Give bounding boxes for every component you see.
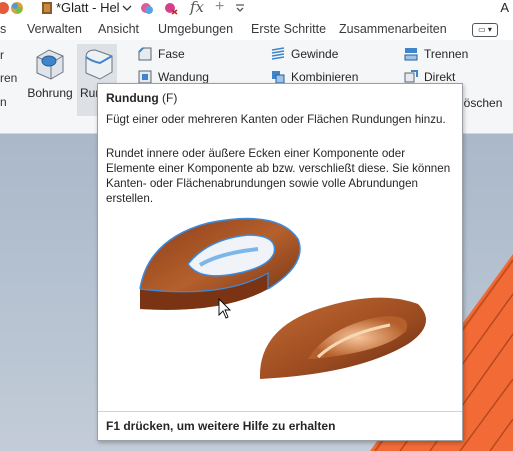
fillet-icon	[85, 49, 113, 80]
fillet-illustration	[139, 217, 426, 379]
tab-erste-schritte[interactable]: Erste Schritte	[251, 22, 326, 36]
direkt-label: Direkt	[424, 70, 456, 84]
tooltip-shortcut: (F)	[162, 91, 178, 105]
chamfer-icon	[138, 47, 152, 61]
direct-edit-icon	[404, 70, 418, 83]
tooltip-summary: Fügt einer oder mehreren Kanten oder Flä…	[106, 113, 446, 126]
cut-label-3: n	[0, 95, 7, 109]
window-title-letter: A	[500, 0, 509, 15]
gewinde-label: Gewinde	[291, 47, 339, 61]
tab-cut-left[interactable]: s	[0, 22, 6, 36]
loeschen-label[interactable]: löschen	[461, 96, 502, 110]
title-bar: *Glatt - Hel 𝑓x + A	[0, 0, 513, 18]
document-title: *Glatt - Hel	[56, 0, 120, 15]
combine-icon	[272, 71, 285, 84]
appearance-adjust-icon[interactable]	[140, 1, 154, 15]
tab-ansicht[interactable]: Ansicht	[98, 22, 139, 36]
trennen-label: Trennen	[424, 47, 469, 61]
thread-icon	[271, 47, 285, 60]
tooltip-divider	[98, 411, 462, 412]
hole-icon	[36, 49, 64, 80]
tab-zusammenarbeiten[interactable]: Zusammenarbeiten	[339, 22, 447, 36]
tooltip-title: Rundung	[106, 91, 159, 105]
bohrung-button[interactable]: Bohrung	[24, 44, 76, 116]
tab-umgebungen[interactable]: Umgebungen	[158, 22, 233, 36]
split-icon	[404, 48, 418, 61]
shell-icon	[138, 70, 152, 84]
material-icon[interactable]	[40, 1, 54, 15]
plus-icon[interactable]: +	[215, 0, 229, 15]
ribbon-display-toggle[interactable]: ▭ ▾	[472, 23, 498, 37]
clear-appearance-icon[interactable]	[164, 1, 178, 15]
ribbon-tab-bar: s Verwalten Ansicht Umgebungen Erste Sch…	[0, 18, 513, 40]
tab-verwalten[interactable]: Verwalten	[27, 22, 82, 36]
tooltip-header: Rundung (F)	[106, 91, 177, 105]
rundung-tooltip: Rundung (F) Fügt einer oder mehreren Kan…	[97, 83, 463, 441]
fase-label: Fase	[158, 47, 185, 61]
tooltip-help-hint: F1 drücken, um weitere Hilfe zu erhalten	[106, 419, 336, 433]
fx-parameters-icon[interactable]: 𝑓x	[190, 0, 204, 16]
tooltip-description: Rundet innere oder äußere Ecken einer Ko…	[106, 147, 451, 205]
wandung-label: Wandung	[158, 70, 209, 84]
cut-label-1: r	[0, 48, 4, 62]
cut-label-2: ren	[0, 71, 18, 85]
appearance-ball-icon[interactable]	[10, 1, 24, 15]
quick-access-chevron-icon[interactable]	[235, 1, 245, 15]
chevron-down-icon[interactable]	[122, 1, 132, 15]
bohrung-label: Bohrung	[27, 86, 73, 100]
kombinieren-label: Kombinieren	[291, 70, 359, 84]
